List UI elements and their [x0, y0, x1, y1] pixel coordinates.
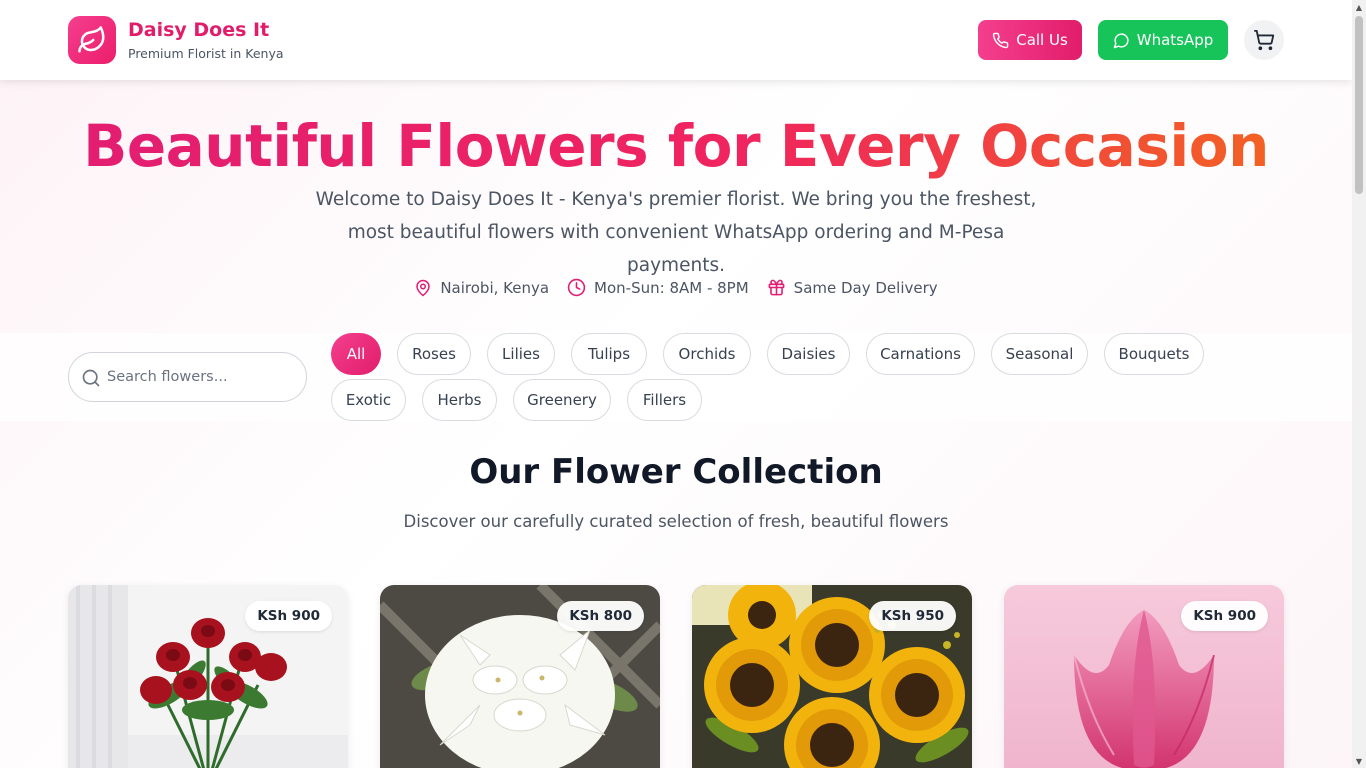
category-chip-lilies[interactable]: Lilies [487, 333, 555, 375]
scroll-down-arrow-icon[interactable]: ▼ [1352, 754, 1366, 768]
shopping-cart-icon [1253, 29, 1275, 51]
collection-subtitle: Discover our carefully curated selection… [403, 512, 949, 531]
hero-info-row: Nairobi, Kenya Mon-Sun: 8AM - 8PM Same D… [0, 278, 1352, 297]
whatsapp-button[interactable]: WhatsApp [1098, 20, 1228, 60]
gift-icon [768, 279, 785, 296]
brand-tagline: Premium Florist in Kenya [128, 46, 284, 61]
call-us-label: Call Us [1016, 31, 1068, 49]
leaf-icon [78, 26, 105, 53]
price-badge: KSh 900 [1181, 601, 1268, 631]
category-chip-orchids[interactable]: Orchids [663, 333, 751, 375]
collection-title: Our Flower Collection [469, 452, 883, 492]
category-chip-carnations[interactable]: Carnations [866, 333, 975, 375]
product-card[interactable]: KSh 800 [380, 585, 660, 768]
phone-icon [993, 32, 1009, 48]
category-chip-daisies[interactable]: Daisies [767, 333, 850, 375]
info-location-text: Nairobi, Kenya [440, 278, 550, 297]
logo[interactable] [68, 16, 116, 64]
clock-icon [567, 278, 586, 297]
cart-button[interactable] [1244, 20, 1284, 60]
category-chip-roses[interactable]: Roses [397, 333, 471, 375]
product-card[interactable]: KSh 950 [692, 585, 972, 768]
hero-title: Beautiful Flowers for Every Occasion [0, 112, 1352, 180]
info-location: Nairobi, Kenya [414, 278, 549, 297]
category-chip-fillers[interactable]: Fillers [627, 379, 702, 421]
product-card[interactable]: KSh 900 [68, 585, 348, 768]
price-badge: KSh 800 [557, 601, 644, 631]
scroll-up-arrow-icon[interactable]: ▲ [1352, 0, 1366, 14]
message-circle-icon [1113, 32, 1129, 48]
info-delivery-text: Same Day Delivery [793, 278, 938, 297]
category-chip-seasonal[interactable]: Seasonal [991, 333, 1088, 375]
search-input[interactable] [107, 353, 297, 401]
search-box[interactable] [68, 352, 307, 402]
hero-description: Welcome to Daisy Does It - Kenya's premi… [315, 189, 1037, 276]
search-icon [82, 369, 100, 387]
whatsapp-label: WhatsApp [1136, 31, 1214, 49]
product-card[interactable]: KSh 900 [1004, 585, 1284, 768]
category-chip-exotic[interactable]: Exotic [331, 379, 406, 421]
category-chip-greenery[interactable]: Greenery [513, 379, 611, 421]
category-chip-herbs[interactable]: Herbs [422, 379, 497, 421]
category-chip-all[interactable]: All [331, 333, 381, 375]
category-chip-tulips[interactable]: Tulips [571, 333, 647, 375]
page-scrollbar[interactable]: ▲ ▼ [1352, 0, 1366, 768]
price-badge: KSh 950 [869, 601, 956, 631]
info-delivery: Same Day Delivery [767, 278, 938, 297]
site-header: Daisy Does It Premium Florist in Kenya C… [0, 0, 1352, 80]
brand-name[interactable]: Daisy Does It [128, 19, 269, 41]
map-pin-icon [416, 279, 431, 296]
price-badge: KSh 900 [245, 601, 332, 631]
info-hours-text: Mon-Sun: 8AM - 8PM [594, 278, 749, 297]
call-us-button[interactable]: Call Us [978, 20, 1082, 60]
category-chip-bouquets[interactable]: Bouquets [1104, 333, 1204, 375]
info-hours: Mon-Sun: 8AM - 8PM [567, 278, 749, 297]
scrollbar-thumb[interactable] [1355, 16, 1363, 194]
